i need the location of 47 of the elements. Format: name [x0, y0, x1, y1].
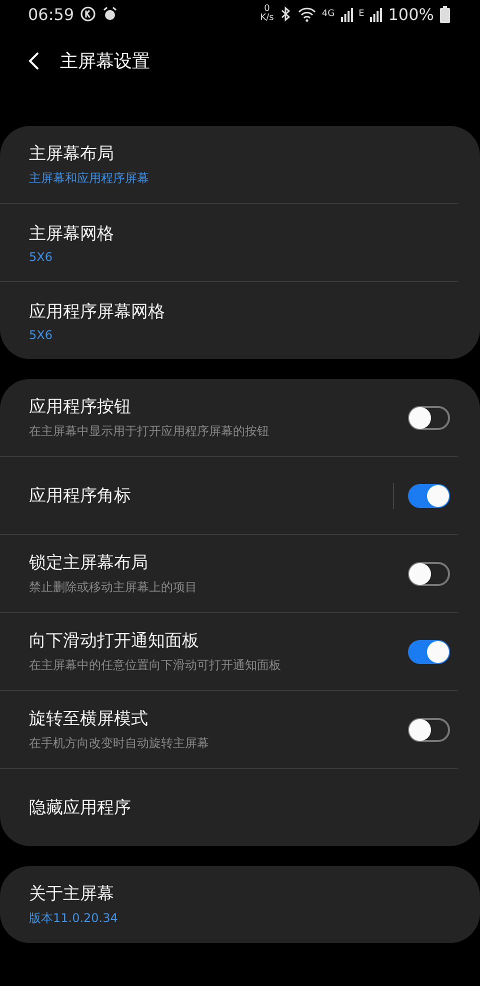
setting-title: 向下滑动打开通知面板 [29, 630, 200, 652]
setting-value: 5X6 [29, 328, 54, 342]
status-time: 06:59 [28, 4, 74, 24]
setting-title: 应用程序角标 [29, 485, 132, 507]
network-type: 4G [322, 10, 335, 18]
setting-title: 应用程序屏幕网格 [29, 300, 166, 322]
toggle-switch[interactable] [408, 406, 450, 430]
alarm-icon [102, 6, 118, 22]
setting-row[interactable]: 旋转至横屏模式 在手机方向改变时自动旋转主屏幕 [0, 690, 458, 768]
setting-row[interactable]: 锁定主屏幕布局 禁止删除或移动主屏幕上的项目 [0, 534, 458, 612]
toggle-switch[interactable] [408, 718, 450, 742]
battery-icon [440, 6, 450, 22]
setting-description: 在主屏幕中显示用于打开应用程序屏幕的按钮 [29, 423, 270, 440]
setting-value: 主屏幕和应用程序屏幕 [29, 170, 150, 187]
setting-row[interactable]: 向下滑动打开通知面板 在主屏幕中的任意位置向下滑动可打开通知面板 [0, 612, 458, 690]
setting-value: 版本11.0.20.34 [29, 910, 119, 927]
setting-row[interactable]: 应用程序角标 [0, 456, 458, 534]
signal-icon [370, 6, 382, 22]
setting-title: 隐藏应用程序 [29, 797, 132, 819]
page-title: 主屏幕设置 [60, 50, 150, 73]
setting-row[interactable]: 应用程序屏幕网格 5X6 [0, 281, 458, 359]
setting-title: 主屏幕布局 [29, 143, 115, 165]
net-speed-value: 0 [264, 5, 270, 14]
setting-description: 在手机方向改变时自动旋转主屏幕 [29, 735, 210, 752]
setting-title: 应用程序按钮 [29, 396, 132, 418]
setting-row[interactable]: 主屏幕布局 主屏幕和应用程序屏幕 [0, 126, 458, 203]
setting-title: 旋转至横屏模式 [29, 708, 149, 730]
setting-row[interactable]: 关于主屏幕 版本11.0.20.34 [0, 866, 458, 943]
toggle-switch[interactable] [408, 484, 450, 508]
bluetooth-icon [280, 6, 292, 22]
network-type: E [358, 10, 364, 18]
setting-description: 禁止删除或移动主屏幕上的项目 [29, 579, 198, 596]
net-speed-unit: K/s [260, 14, 274, 23]
setting-title: 锁定主屏幕布局 [29, 552, 149, 574]
setting-description: 在主屏幕中的任意位置向下滑动可打开通知面板 [29, 657, 282, 674]
setting-title: 关于主屏幕 [29, 883, 115, 905]
setting-row[interactable]: 应用程序按钮 在主屏幕中显示用于打开应用程序屏幕的按钮 [0, 379, 458, 456]
k-circle-icon [80, 6, 96, 22]
battery-percent: 100% [388, 4, 434, 24]
setting-row[interactable]: 隐藏应用程序 [0, 768, 458, 846]
toggle-switch[interactable] [408, 640, 450, 664]
wifi-icon [298, 6, 316, 22]
setting-value: 5X6 [29, 250, 54, 264]
setting-title: 主屏幕网格 [29, 222, 115, 244]
signal-icon [340, 6, 353, 22]
toggle-switch[interactable] [408, 562, 450, 586]
setting-row[interactable]: 主屏幕网格 5X6 [0, 203, 458, 281]
